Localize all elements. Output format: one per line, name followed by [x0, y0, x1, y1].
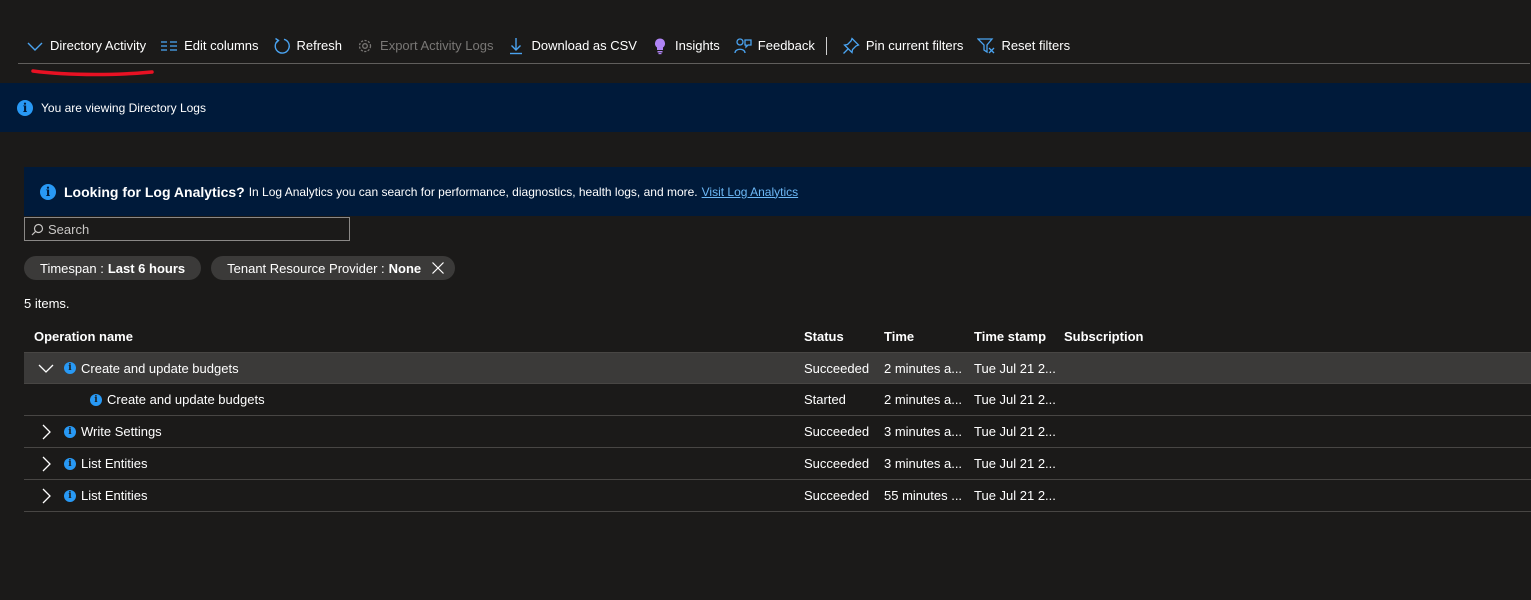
- row-name-cell: i Create and update budgets: [90, 392, 265, 407]
- download-csv-label: Download as CSV: [531, 38, 637, 53]
- directory-activity-button[interactable]: Directory Activity: [18, 28, 153, 63]
- search-input[interactable]: [48, 219, 328, 239]
- info-icon: i: [40, 183, 56, 200]
- pin-current-filters-button[interactable]: Pin current filters: [835, 28, 971, 63]
- log-analytics-text: In Log Analytics you can search for perf…: [248, 184, 698, 199]
- info-icon: i: [64, 489, 76, 502]
- log-analytics-title: Looking for Log Analytics?: [64, 183, 245, 200]
- row-status: Succeeded: [804, 488, 870, 503]
- provider-filter-label: Tenant Resource Provider :: [227, 260, 385, 276]
- reset-filters-label: Reset filters: [1001, 38, 1071, 53]
- items-count: 5 items.: [24, 296, 70, 311]
- feedback-button[interactable]: Feedback: [727, 28, 822, 63]
- row-time: 2 minutes a...: [884, 392, 963, 407]
- row-time-stamp: Tue Jul 21 2...: [974, 456, 1056, 471]
- info-icon: i: [64, 425, 76, 438]
- insights-label: Insights: [674, 38, 720, 53]
- search-icon: [31, 223, 44, 236]
- table-row[interactable]: i Create and update budgets Succeeded 2 …: [24, 352, 1531, 384]
- grid-header: Operation name Status Time Time stamp Su…: [24, 320, 1531, 352]
- table-row-child[interactable]: i Create and update budgets Started 2 mi…: [24, 384, 1531, 416]
- row-operation-name: Write Settings: [81, 424, 162, 439]
- header-status[interactable]: Status: [804, 329, 844, 344]
- row-time: 3 minutes a...: [884, 424, 963, 439]
- row-time-stamp: Tue Jul 21 2...: [974, 488, 1056, 503]
- header-operation-name[interactable]: Operation name: [34, 329, 133, 344]
- row-operation-name: List Entities: [81, 456, 148, 471]
- feedback-icon: [734, 37, 752, 55]
- row-operation-name: Create and update budgets: [81, 360, 239, 376]
- chevron-down-icon[interactable]: [34, 356, 58, 380]
- chevron-right-icon[interactable]: [34, 420, 58, 444]
- header-time-stamp[interactable]: Time stamp: [974, 329, 1058, 344]
- row-time: 2 minutes a...: [884, 360, 963, 376]
- activity-log-grid: Operation name Status Time Time stamp Su…: [24, 320, 1531, 512]
- chevron-right-icon[interactable]: [34, 484, 58, 508]
- refresh-button[interactable]: Refresh: [266, 28, 350, 63]
- gear-icon: [356, 37, 374, 55]
- red-annotation-underline: [31, 69, 154, 77]
- info-icon: i: [64, 457, 76, 470]
- timespan-filter-value: Last 6 hours: [107, 260, 186, 276]
- close-icon[interactable]: [431, 261, 445, 275]
- columns-icon: [160, 37, 178, 55]
- row-time: 55 minutes ...: [884, 488, 963, 503]
- download-csv-button[interactable]: Download as CSV: [500, 28, 644, 63]
- row-time-stamp: Tue Jul 21 2...: [974, 392, 1056, 407]
- insights-button[interactable]: Insights: [644, 28, 727, 63]
- refresh-icon: [273, 37, 291, 55]
- provider-filter-value: None: [388, 260, 422, 276]
- chevron-down-icon: [26, 37, 44, 55]
- reset-filters-button[interactable]: Reset filters: [970, 28, 1077, 63]
- row-operation-name: Create and update budgets: [107, 392, 265, 407]
- filter-pills: Timespan : Last 6 hours Tenant Resource …: [24, 256, 456, 280]
- row-status: Succeeded: [804, 456, 870, 471]
- edit-columns-button[interactable]: Edit columns: [153, 28, 265, 63]
- feedback-label: Feedback: [757, 38, 815, 53]
- log-analytics-banner: i Looking for Log Analytics? In Log Anal…: [24, 167, 1531, 216]
- edit-columns-label: Edit columns: [184, 38, 259, 53]
- lightbulb-icon: [651, 37, 669, 55]
- command-bar: Directory Activity Edit columns Refresh …: [18, 28, 1530, 64]
- row-name-cell: i Create and update budgets: [34, 356, 239, 380]
- row-name-cell: i Write Settings: [34, 420, 162, 444]
- info-icon: i: [17, 99, 33, 116]
- provider-filter-pill[interactable]: Tenant Resource Provider : None: [211, 256, 456, 280]
- directory-logs-banner: i You are viewing Directory Logs: [0, 83, 1531, 132]
- visit-log-analytics-link[interactable]: Visit Log Analytics: [702, 185, 799, 199]
- timespan-filter-pill[interactable]: Timespan : Last 6 hours: [24, 256, 202, 280]
- directory-activity-label: Directory Activity: [50, 38, 147, 53]
- header-time[interactable]: Time: [884, 329, 968, 344]
- row-operation-name: List Entities: [81, 488, 148, 503]
- export-activity-logs-label: Export Activity Logs: [380, 38, 494, 53]
- row-time-stamp: Tue Jul 21 2...: [974, 360, 1056, 376]
- info-icon: i: [90, 393, 102, 406]
- filter-reset-icon: [977, 37, 995, 55]
- table-row[interactable]: i List Entities Succeeded 3 minutes a...…: [24, 448, 1531, 480]
- row-status: Succeeded: [804, 424, 870, 439]
- info-icon: i: [64, 362, 76, 374]
- refresh-label: Refresh: [296, 38, 343, 53]
- download-icon: [507, 37, 525, 55]
- row-time-stamp: Tue Jul 21 2...: [974, 424, 1056, 439]
- directory-logs-text: You are viewing Directory Logs: [41, 100, 206, 115]
- row-name-cell: i List Entities: [34, 484, 147, 508]
- chevron-right-icon[interactable]: [34, 452, 58, 476]
- row-time: 3 minutes a...: [884, 456, 963, 471]
- timespan-filter-label: Timespan :: [40, 260, 104, 276]
- pin-icon: [842, 36, 860, 55]
- search-box: [24, 217, 350, 241]
- row-name-cell: i List Entities: [34, 452, 147, 476]
- pin-current-filters-label: Pin current filters: [865, 38, 964, 53]
- row-status: Started: [804, 392, 846, 407]
- row-status: Succeeded: [804, 360, 870, 376]
- table-row[interactable]: i List Entities Succeeded 55 minutes ...…: [24, 480, 1531, 512]
- table-row[interactable]: i Write Settings Succeeded 3 minutes a..…: [24, 416, 1531, 448]
- toolbar-divider: [825, 36, 827, 55]
- export-activity-logs-button[interactable]: Export Activity Logs: [349, 28, 500, 63]
- header-subscription[interactable]: Subscription: [1064, 329, 1143, 344]
